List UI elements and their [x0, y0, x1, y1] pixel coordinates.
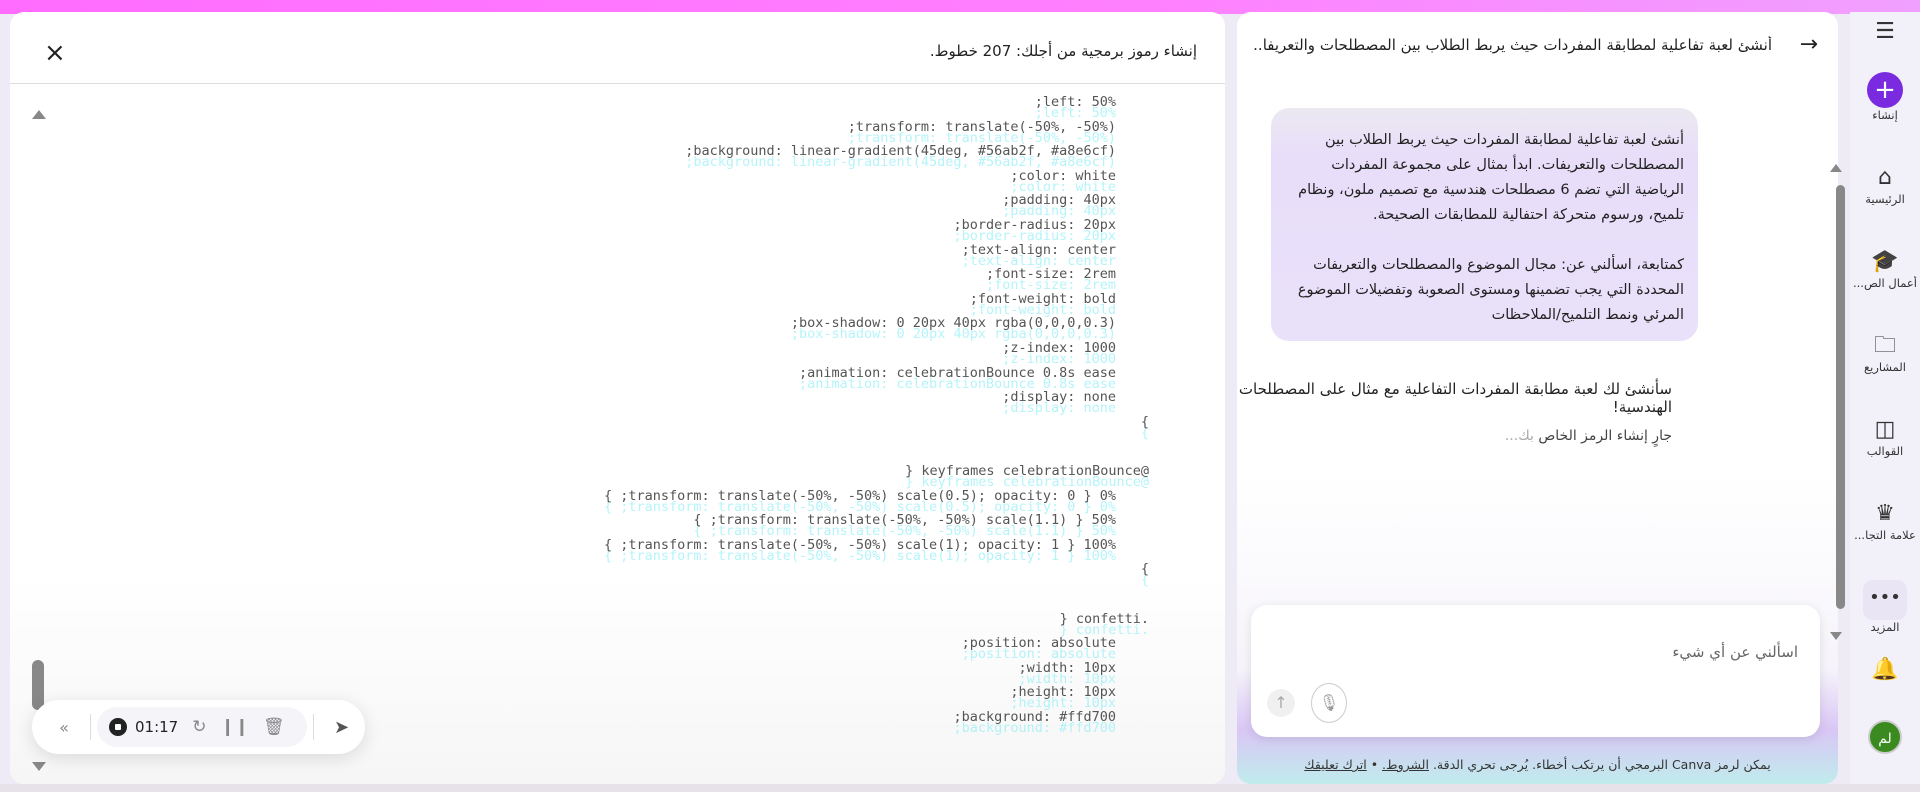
- divider: [90, 714, 91, 740]
- code-line: ;border-radius: 20px: [953, 217, 1116, 233]
- divider: [313, 714, 314, 740]
- code-line: } keyframes celebrationBounce@: [905, 463, 1149, 479]
- user-message: أنشئ لعبة تفاعلية لمطابقة المفردات حيث ي…: [1271, 108, 1698, 341]
- cursor-icon[interactable]: ➤: [334, 717, 349, 738]
- chat-scroll-down-arrow[interactable]: [1830, 632, 1842, 640]
- code-line: ;color: white: [1010, 167, 1116, 184]
- home-icon: ⌂: [1878, 165, 1892, 190]
- terms-link[interactable]: الشروط.: [1382, 757, 1429, 772]
- restart-icon[interactable]: ↻: [192, 717, 206, 737]
- notifications-button[interactable]: 🔔: [1850, 656, 1920, 684]
- user-message-paragraph: أنشئ لعبة تفاعلية لمطابقة المفردات حيث ي…: [1298, 132, 1684, 223]
- code-line: ;display: none: [1002, 389, 1116, 406]
- hamburger-icon: ☰: [1875, 19, 1895, 44]
- code-view[interactable]: ;left: 50% ;transform: translate(-50%, -5…: [10, 86, 1225, 784]
- sidebar-item-label: الرئيسية: [1865, 192, 1905, 206]
- code-line: ;position: absolute: [961, 635, 1116, 652]
- background-thumbnails-strip: [0, 784, 1920, 792]
- sidebar-item-label: القوالب: [1866, 444, 1904, 458]
- chat-input[interactable]: اسألني عن أي شيء ↑ 🎙: [1251, 605, 1820, 737]
- code-line: ;width: 10px: [1018, 659, 1116, 676]
- menu-icon[interactable]: ☰: [1850, 18, 1920, 46]
- bell-icon: 🔔: [1871, 657, 1899, 682]
- scroll-down-arrow[interactable]: [32, 762, 46, 771]
- generating-status: جارٍ إنشاء الرمز الخاص بك...: [1505, 428, 1672, 444]
- code-panel: × إنشاء رموز برمجية من أجلك: 207 خطوط. ;…: [10, 12, 1225, 784]
- chat-scrollbar-thumb[interactable]: [1836, 185, 1845, 609]
- code-line: {: [1140, 561, 1149, 578]
- back-arrow-icon[interactable]: →: [1800, 32, 1818, 57]
- chat-scroll-up-arrow[interactable]: [1830, 164, 1842, 172]
- code-line: ;height: 10px: [1010, 684, 1116, 701]
- code-line: ;text-align: center: [961, 241, 1116, 258]
- feedback-link[interactable]: اترك تعليقك: [1304, 757, 1366, 772]
- sidebar-item-templates[interactable]: ◫ القوالب: [1850, 416, 1920, 458]
- sidebar-item-more[interactable]: ••• المزيد: [1850, 580, 1920, 634]
- send-arrow-icon[interactable]: ↑: [1267, 689, 1295, 717]
- sidebar-item-label: إنشاء: [1872, 108, 1898, 122]
- sidebar-item-label: أعمال الص...: [1853, 276, 1917, 290]
- separator: •: [1370, 757, 1379, 772]
- recording-time: 01:17: [135, 718, 179, 736]
- code-panel-title: إنشاء رموز برمجية من أجلك: 207 خطوط.: [929, 42, 1197, 60]
- microphone-icon[interactable]: 🎙: [1311, 683, 1347, 723]
- account-button[interactable]: لم: [1850, 720, 1920, 754]
- chat-panel: → أنشئ لعبة تفاعلية لمطابقة المفردات حيث…: [1237, 12, 1838, 784]
- sidebar-item-label: المزيد: [1870, 620, 1900, 634]
- assistant-message: سأنشئ لك لعبة مطابقة المفردات التفاعلية …: [1238, 380, 1672, 416]
- scrollbar-thumb[interactable]: [32, 660, 44, 710]
- generating-text: جارٍ إنشاء الرمز الخاص: [1538, 428, 1672, 444]
- chat-header: → أنشئ لعبة تفاعلية لمطابقة المفردات حيث…: [1252, 32, 1818, 62]
- code-line: {: [1140, 413, 1149, 430]
- code-line: } confetti.: [1059, 610, 1149, 627]
- pause-icon[interactable]: ❙❙: [220, 717, 249, 737]
- code-line: ;box-shadow: 0 20px 40px rgba(0,0,0,0.3): [790, 315, 1116, 332]
- trash-icon[interactable]: 🗑: [263, 717, 285, 737]
- code-line: ;font-size: 2rem: [985, 266, 1116, 283]
- more-icon: •••: [1863, 580, 1907, 620]
- stop-icon[interactable]: [109, 718, 127, 736]
- sidebar-item-projects[interactable]: 🗀 المشاريع: [1850, 332, 1920, 374]
- recording-toolbar: « 01:17 ↻ ❙❙ 🗑 ➤: [32, 700, 365, 754]
- avatar: لم: [1868, 720, 1902, 754]
- sidebar-item-brand[interactable]: ♛ علامة التجا...: [1850, 500, 1920, 542]
- close-icon[interactable]: ×: [44, 38, 66, 68]
- code-panel-header: × إنشاء رموز برمجية من أجلك: 207 خطوط.: [10, 22, 1225, 84]
- sidebar-item-label: علامة التجا...: [1854, 528, 1916, 542]
- user-message-paragraph: كمتابعة، اسألني عن: مجال الموضوع والمصطل…: [1297, 257, 1684, 323]
- templates-icon: ◫: [1874, 417, 1896, 442]
- generating-suffix: بك...: [1504, 428, 1534, 444]
- sidebar-item-home[interactable]: ⌂ الرئيسية: [1850, 164, 1920, 206]
- code-line: ;font-weight: bold: [969, 290, 1116, 307]
- chat-input-placeholder: اسألني عن أي شيء: [1672, 643, 1798, 661]
- code-line: ;animation: celebrationBounce 0.8s ease: [799, 364, 1116, 381]
- scroll-up-arrow[interactable]: [32, 110, 46, 119]
- sidebar-item-education[interactable]: 🎓 أعمال الص...: [1850, 248, 1920, 290]
- code-line: ;padding: 40px: [1002, 192, 1116, 209]
- sidebar-item-label: المشاريع: [1864, 360, 1906, 374]
- chat-title: أنشئ لعبة تفاعلية لمطابقة المفردات حيث ي…: [1252, 36, 1772, 54]
- disclaimer-footer: يمكن لرمز Canva البرمجي أن يرتكب أخطاء. …: [1237, 757, 1838, 772]
- sidebar-item-create[interactable]: + إنشاء: [1850, 72, 1920, 122]
- code-line: ;background: linear-gradient(45deg, #56a…: [685, 143, 1116, 160]
- code-line: ;background: #ffd700: [953, 709, 1116, 725]
- code-line: ;transform: translate(-50%, -50%): [847, 118, 1116, 135]
- plus-icon: +: [1867, 72, 1903, 108]
- code-line: ;z-index: 1000: [1002, 340, 1116, 356]
- code-line: { ;transform: translate(-50%, -50%) scal…: [603, 487, 1116, 504]
- code-line: { ;transform: translate(-50%, -50%) scal…: [693, 512, 1116, 529]
- collapse-icon[interactable]: «: [44, 718, 84, 737]
- code-line: ;left: 50%: [1034, 94, 1116, 110]
- graduation-cap-icon: 🎓: [1871, 249, 1899, 274]
- disclaimer-text: يمكن لرمز Canva البرمجي أن يرتكب أخطاء. …: [1432, 757, 1771, 772]
- brand-crown-icon: ♛: [1875, 501, 1895, 526]
- folder-icon: 🗀: [1873, 333, 1896, 358]
- code-line: { ;transform: translate(-50%, -50%) scal…: [603, 536, 1116, 553]
- recording-controls: 01:17 ↻ ❙❙ 🗑: [97, 707, 307, 747]
- right-sidebar: ☰ + إنشاء ⌂ الرئيسية 🎓 أعمال الص... 🗀 المشار…: [1850, 12, 1920, 784]
